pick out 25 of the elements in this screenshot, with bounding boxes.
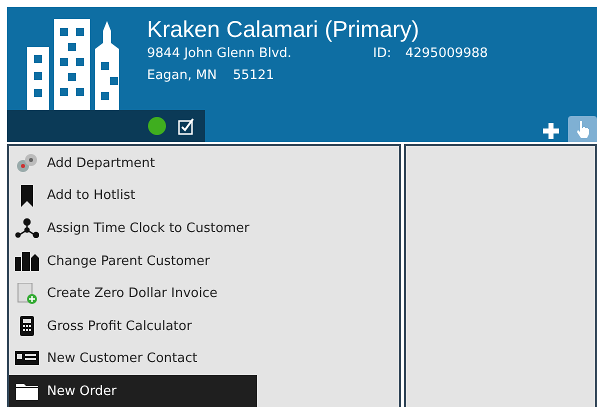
address-line: 9844 John Glenn Blvd. [147,45,293,63]
add-button[interactable] [540,120,562,142]
bookmark-icon [20,184,34,207]
action-item[interactable]: New Order [9,375,257,407]
network-icon [15,218,39,238]
calculator-icon [20,316,34,336]
action-item[interactable]: Gross Profit Calculator [9,310,257,343]
action-item[interactable]: New Customer Contact [9,342,257,376]
buildings-icon [15,251,39,272]
plus-icon [542,122,560,140]
action-item[interactable]: Add to Hotlist [9,180,257,212]
customer-name: Kraken Calamari (Primary) [147,16,420,42]
invoice-icon [16,282,38,305]
city-state: Eagan, MN [147,67,217,85]
action-item[interactable]: Change Parent Customer [9,244,257,278]
gears-icon [15,152,39,174]
action-item[interactable]: Create Zero Dollar Invoice [9,277,257,310]
action-item[interactable]: Assign Time Clock to Customer [9,212,257,245]
folder-icon [16,382,38,400]
hand-pointer-icon [576,120,590,138]
customer-id: 4295009988 [405,45,488,63]
action-item[interactable]: Add Department [9,147,257,180]
contact-card-icon [15,350,39,367]
id-label: ID: [373,45,392,63]
zip-code: 55121 [232,67,274,85]
